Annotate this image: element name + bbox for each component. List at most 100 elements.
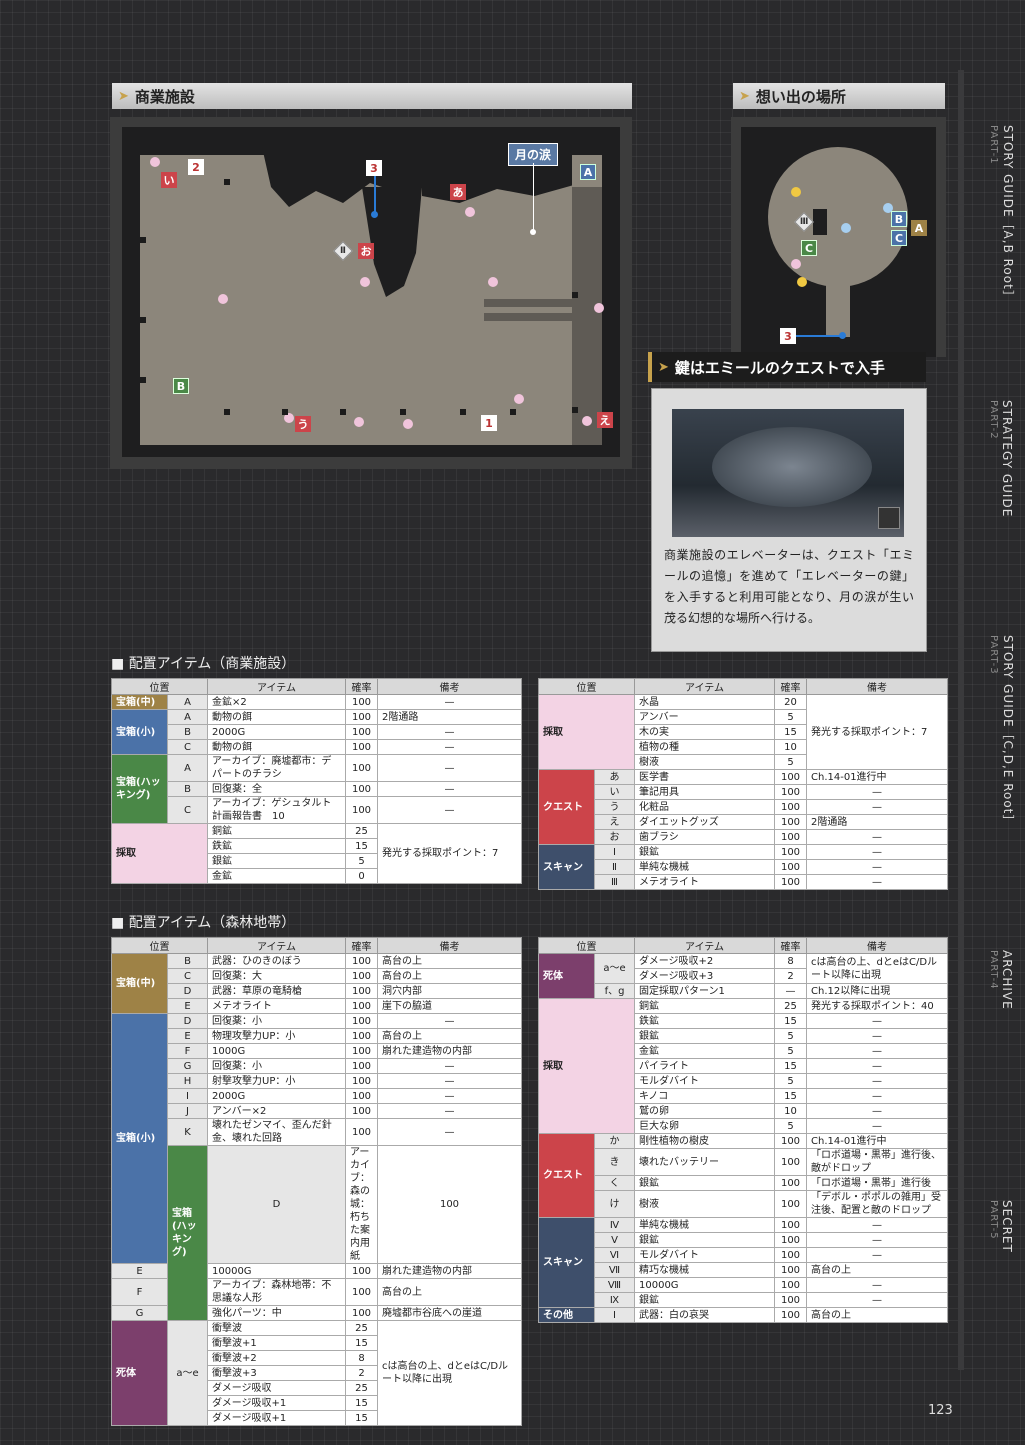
map1[interactable]: い 2 3 あ 月の涙 A Ⅱ お B う 1 え [110, 117, 632, 469]
map2[interactable]: Ⅲ C B C A 3 [731, 117, 946, 357]
rate-cell: 10 [774, 1103, 807, 1119]
category-cell: クエスト [538, 769, 595, 845]
rate-cell: 25 [345, 823, 378, 839]
rate-cell: 100 [345, 983, 378, 999]
rate-cell: 100 [345, 781, 378, 797]
rate-cell: 5 [774, 709, 807, 725]
note-cell: — [806, 1247, 948, 1263]
map1-title: 商業施設 [134, 87, 195, 106]
table-row: その他 Ⅰ 武器：白の哀哭 100 高台の上 [538, 1307, 948, 1323]
rate-cell: 5 [345, 853, 378, 869]
note-cell: 崖下の脇道 [377, 998, 522, 1014]
sidebar-title: SECRET [1000, 1200, 1014, 1253]
item-cell: 銀鉱 [634, 1175, 775, 1191]
note-cell: Ch.14-01進行中 [806, 769, 948, 785]
item-cell: 鉄鉱 [207, 838, 346, 854]
note-cell: 発光する採取ポイント：40 [806, 998, 948, 1014]
item-cell: 歯ブラシ [634, 829, 775, 845]
rate-cell: 25 [774, 998, 807, 1014]
note-cell: — [806, 1028, 948, 1044]
position-cell: Ⅵ [594, 1247, 635, 1263]
marker-C: C [891, 230, 907, 246]
rate-cell: 100 [345, 724, 378, 740]
item-cell: 衝撃波 [207, 1320, 346, 1336]
item-cell: 巨大な卵 [634, 1118, 775, 1134]
note-cell: — [806, 1118, 948, 1134]
note-cell: — [806, 1232, 948, 1248]
rate-cell: 2 [774, 968, 807, 984]
item-cell: メテオライト [634, 874, 775, 890]
rate-cell: 100 [774, 1190, 807, 1218]
table-row: えダイエットグッズ 100 2階通路 [539, 814, 948, 830]
note-cell: 高台の上 [806, 1307, 948, 1323]
table-row: け樹液 100 「デボル・ポポルの雑用」受注後、配置と敵のドロップ [539, 1190, 948, 1218]
position-cell: G [167, 1058, 208, 1074]
marker-B: B [173, 378, 189, 394]
key-panel: 商業施設のエレベーターは、クエスト「エミールの追憶」を進めて「エレベーターの鍵」… [651, 388, 927, 652]
key-title: 鍵はエミールのクエストで入手 [674, 358, 885, 377]
table-row: C 回復薬：大 100 高台の上 [112, 968, 522, 984]
sidebar-section: STORY GUIDE［C,D,E Root］ PART-3 [986, 635, 1017, 827]
position-cell: I [167, 1088, 208, 1104]
table-row: Ⅲ メテオライト 100— [539, 874, 948, 890]
collect-point [582, 416, 592, 426]
item-cell: アーカイブ：ゲシュタルト計画報告書 10 [207, 796, 346, 824]
table-row: 宝箱(中) B 武器：ひのきのぼう 100 高台の上 [111, 953, 522, 1014]
table-row: C 動物の餌 100— [112, 739, 522, 755]
note-cell: — [806, 1013, 948, 1029]
item-cell: アーカイブ：廃墟都市：デパートのチラシ [207, 754, 346, 782]
rate-cell: 25 [345, 1320, 378, 1336]
table-row: Ⅶ 精巧な機械 100 高台の上 [539, 1262, 948, 1278]
position-cell: C [167, 968, 208, 984]
position-cell: F [111, 1278, 168, 1306]
rate-cell: 100 [345, 1278, 378, 1306]
note-cell: — [377, 754, 522, 782]
table-row: く銀鉱 100 「ロボ道場・黒帯」進行後 [539, 1175, 948, 1191]
item-cell: 強化パーツ：中 [207, 1305, 346, 1321]
note-cell: Ch.14-01進行中 [806, 1133, 948, 1149]
rate-cell: 100 [774, 829, 807, 845]
table-row: クエストあ医学書 100 Ch.14-01進行中 [538, 769, 948, 845]
table-row: Ⅴ 銀鉱 100— [539, 1232, 948, 1248]
position-cell: え [594, 814, 635, 830]
item-cell: 筆記用具 [634, 784, 775, 800]
rate-cell: 100 [345, 1028, 378, 1044]
rate-cell: 100 [774, 784, 807, 800]
table-row: スキャン Ⅳ 単純な機械 100— [538, 1217, 948, 1308]
note-cell: 高台の上 [377, 953, 522, 969]
item-cell: アンバー [634, 709, 775, 725]
note-cell: — [377, 1013, 522, 1029]
item-cell: 物理攻撃力UP：小 [207, 1028, 346, 1044]
map2-title: 想い出の場所 [755, 87, 846, 106]
item-cell: 剛性植物の樹皮 [634, 1133, 775, 1149]
sidebar-section: STRATEGY GUIDE PART-2 [986, 400, 1014, 517]
table-row: 採取 水晶 20 発光する採取ポイント：7 [538, 694, 948, 770]
note-cell: — [377, 739, 522, 755]
item-cell: 銀鉱 [634, 1292, 775, 1308]
key-header: ➤ 鍵はエミールのクエストで入手 [648, 352, 926, 382]
position-cell: か [594, 1133, 635, 1149]
item-cell: 衝撃波+3 [207, 1365, 346, 1381]
category-cell: 宝箱(小) [111, 709, 168, 755]
item-cell: 動物の餌 [207, 709, 346, 725]
rate-cell: 15 [774, 1058, 807, 1074]
table-row: お歯ブラシ 100— [539, 829, 948, 845]
marker-o: お [358, 243, 374, 259]
table-row: 採取 銅鉱 25 発光する採取ポイント：40 [538, 998, 948, 1134]
page-number: 123 [928, 1403, 953, 1418]
table-row: K 壊れたゼンマイ、歪んだ針金、壊れた回路 100— [112, 1118, 522, 1146]
position-cell: Ⅷ [594, 1277, 635, 1293]
item-cell: 単純な機械 [634, 859, 775, 875]
collect-point [150, 157, 160, 167]
table1: 位置 アイテム 確率 備考 宝箱(中) A 金鉱×2 100— 宝箱(小) A 動物の餌 100 2階… [111, 678, 522, 884]
table-row: Ⅷ 10000G 100— [539, 1277, 948, 1293]
sidebar-part: PART-2 [988, 400, 999, 440]
note-cell: — [806, 1043, 948, 1059]
position-cell: K [167, 1118, 208, 1146]
table-row: Ⅵ モルダバイト 100— [539, 1247, 948, 1263]
rate-cell: 100 [345, 709, 378, 725]
position-cell: G [111, 1305, 168, 1321]
position-cell: い [594, 784, 635, 800]
rate-cell: 8 [774, 953, 807, 969]
category-cell: 死体 [111, 1320, 168, 1426]
